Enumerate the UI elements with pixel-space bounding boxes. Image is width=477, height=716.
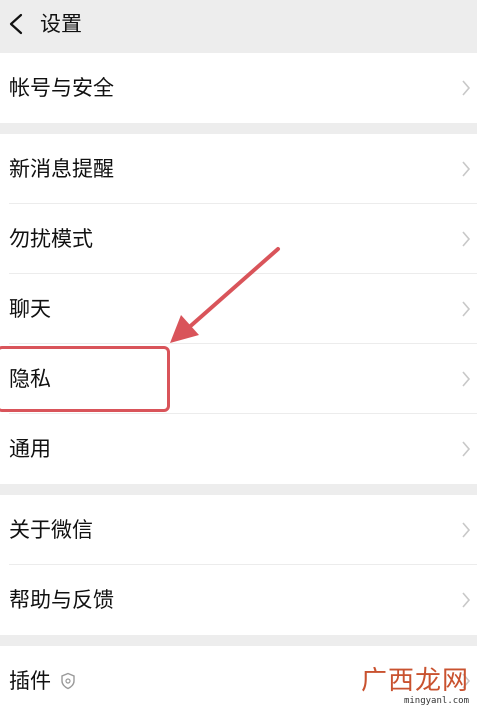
row-label: 帮助与反馈 (9, 588, 114, 612)
row-label: 聊天 (9, 297, 51, 321)
chevron-right-icon (462, 371, 471, 387)
chevron-right-icon (462, 592, 471, 608)
chevron-right-icon (462, 161, 471, 177)
chevron-right-icon (462, 673, 471, 689)
row-account-security[interactable]: 帐号与安全 (0, 53, 477, 123)
settings-group-general: 新消息提醒 勿扰模式 聊天 隐私 通用 (0, 134, 477, 484)
row-new-message-notify[interactable]: 新消息提醒 (0, 134, 477, 204)
row-label: 关于微信 (9, 518, 93, 542)
row-label: 隐私 (9, 367, 51, 391)
row-about-wechat[interactable]: 关于微信 (0, 495, 477, 565)
chevron-right-icon (462, 80, 471, 96)
settings-group-about: 关于微信 帮助与反馈 (0, 495, 477, 635)
chevron-right-icon (462, 301, 471, 317)
chevron-right-icon (462, 522, 471, 538)
row-label: 勿扰模式 (9, 227, 93, 251)
settings-group-plugins: 插件 (0, 646, 477, 716)
row-label: 通用 (9, 437, 51, 461)
row-label: 帐号与安全 (9, 76, 114, 100)
back-arrow-icon[interactable] (8, 13, 24, 35)
shield-icon (61, 672, 75, 690)
row-label: 插件 (9, 669, 51, 693)
row-do-not-disturb[interactable]: 勿扰模式 (0, 204, 477, 274)
page-title: 设置 (40, 12, 82, 36)
row-label: 新消息提醒 (9, 157, 114, 181)
header-bar: 设置 (0, 0, 477, 50)
settings-group-account: 帐号与安全 (0, 53, 477, 123)
chevron-right-icon (462, 441, 471, 457)
row-general[interactable]: 通用 (0, 414, 477, 484)
row-plugins[interactable]: 插件 (0, 646, 477, 716)
row-privacy[interactable]: 隐私 (0, 344, 477, 414)
row-chat[interactable]: 聊天 (0, 274, 477, 344)
row-help-feedback[interactable]: 帮助与反馈 (0, 565, 477, 635)
chevron-right-icon (462, 231, 471, 247)
